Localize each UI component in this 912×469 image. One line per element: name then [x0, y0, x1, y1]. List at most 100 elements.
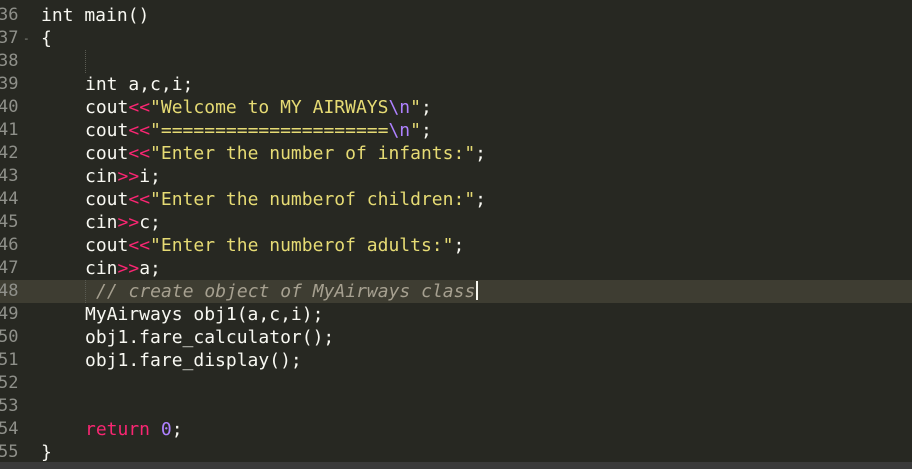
- code-text: }: [41, 442, 52, 463]
- semicolon: ;: [453, 235, 465, 256]
- code-line[interactable]: 45 cin>>c;: [0, 211, 912, 234]
- comment: // create object of MyAirways class: [96, 281, 476, 302]
- operator: <<: [128, 143, 151, 164]
- number-literal: 0: [160, 419, 172, 440]
- identifier: cin: [85, 166, 118, 187]
- horizontal-scrollbar[interactable]: [0, 462, 912, 469]
- keyword-return: return: [85, 419, 151, 440]
- semicolon: ;: [475, 143, 486, 164]
- line-number: 54: [0, 419, 19, 439]
- code-text: return 0;: [41, 418, 183, 441]
- code-text: cout<<"Enter the number of infants:";: [41, 142, 486, 165]
- string-quote: ": [410, 120, 421, 141]
- identifier: cin: [85, 258, 118, 279]
- code-line[interactable]: 53: [0, 395, 912, 418]
- string-literal: "Enter the numberof children:": [150, 189, 476, 210]
- string-literal: "Enter the number of infants:": [150, 143, 476, 164]
- line-number: 42: [0, 143, 19, 163]
- operator: <<: [128, 235, 151, 256]
- code-line[interactable]: 49 MyAirways obj1(a,c,i);: [0, 303, 912, 326]
- code-line[interactable]: 55 }: [0, 441, 912, 464]
- identifier: cin: [85, 212, 118, 233]
- code-line[interactable]: 36 int main(): [0, 4, 912, 27]
- code-text: int a,c,i;: [85, 74, 194, 95]
- line-number: 51: [0, 350, 19, 370]
- semicolon: ;: [475, 189, 486, 210]
- code-text: cout<<"=====================\n";: [41, 119, 432, 142]
- code-line[interactable]: 50 obj1.fare_calculator();: [0, 326, 912, 349]
- string-literal: "Enter the numberof adults:": [150, 235, 454, 256]
- operator: >>: [117, 258, 140, 279]
- code-area[interactable]: 36 int main() 37 - { 38 39 int a,c,i; 40…: [0, 4, 912, 469]
- code-text: cin>>c;: [41, 211, 161, 234]
- line-number: 48: [0, 281, 19, 301]
- code-line[interactable]: 43 cin>>i;: [0, 165, 912, 188]
- line-number: 36: [0, 5, 19, 25]
- string-literal: "=====================: [150, 120, 389, 141]
- active-code-line[interactable]: 48 // create object of MyAirways class: [0, 280, 912, 303]
- code-line[interactable]: 47 cin>>a;: [0, 257, 912, 280]
- code-line[interactable]: 54 return 0;: [0, 418, 912, 441]
- code-text: cout<<"Enter the numberof adults:";: [41, 234, 464, 257]
- line-number: 49: [0, 304, 19, 324]
- line-number: 37: [0, 28, 19, 48]
- line-number: 55: [0, 442, 19, 462]
- code-line[interactable]: 42 cout<<"Enter the number of infants:";: [0, 142, 912, 165]
- code-line[interactable]: 41 cout<<"=====================\n";: [0, 119, 912, 142]
- line-number: 43: [0, 166, 19, 186]
- code-text: // create object of MyAirways class: [41, 280, 479, 303]
- operator: >>: [117, 212, 140, 233]
- code-line[interactable]: 39 int a,c,i;: [0, 73, 912, 96]
- identifier: cout: [85, 120, 129, 141]
- code-line[interactable]: 37 - {: [0, 27, 912, 50]
- line-number: 46: [0, 235, 19, 255]
- identifier: c;: [139, 212, 161, 233]
- code-line[interactable]: 38: [0, 50, 912, 73]
- operator: <<: [128, 189, 151, 210]
- code-text: int main(): [41, 5, 150, 26]
- code-line[interactable]: 52: [0, 372, 912, 395]
- operator: <<: [128, 97, 151, 118]
- code-line[interactable]: 46 cout<<"Enter the numberof adults:";: [0, 234, 912, 257]
- line-number: 53: [0, 396, 19, 416]
- code-text: obj1.fare_calculator();: [85, 327, 335, 348]
- fold-toggle-icon[interactable]: -: [23, 27, 35, 50]
- code-text: MyAirways obj1(a,c,i);: [85, 304, 324, 325]
- operator: <<: [128, 120, 151, 141]
- code-text: cin>>a;: [41, 257, 161, 280]
- escape-sequence: \n: [388, 97, 411, 118]
- code-line[interactable]: 51 obj1.fare_display();: [0, 349, 912, 372]
- string-quote: ": [410, 97, 421, 118]
- text-cursor: [476, 281, 479, 300]
- semicolon: ;: [421, 120, 432, 141]
- line-number: 38: [0, 51, 19, 71]
- code-text: cout<<"Welcome to MY AIRWAYS\n";: [41, 96, 432, 119]
- line-number: 41: [0, 120, 19, 140]
- escape-sequence: \n: [388, 120, 411, 141]
- code-text: cout<<"Enter the numberof children:";: [41, 188, 486, 211]
- identifier: i;: [139, 166, 161, 187]
- identifier: cout: [85, 235, 129, 256]
- operator: >>: [117, 166, 140, 187]
- line-number: 47: [0, 258, 19, 278]
- code-editor[interactable]: 36 int main() 37 - { 38 39 int a,c,i; 40…: [0, 0, 912, 469]
- line-number: 45: [0, 212, 19, 232]
- semicolon: ;: [421, 97, 432, 118]
- identifier: cout: [85, 143, 129, 164]
- code-text: obj1.fare_display();: [85, 350, 302, 371]
- code-text: cin>>i;: [41, 165, 161, 188]
- code-line[interactable]: 40 cout<<"Welcome to MY AIRWAYS\n";: [0, 96, 912, 119]
- string-literal: "Welcome to MY AIRWAYS: [150, 97, 389, 118]
- identifier: cout: [85, 97, 129, 118]
- semicolon: ;: [171, 419, 183, 440]
- code-text: {: [41, 28, 52, 49]
- line-number: 52: [0, 373, 19, 393]
- indent-guide: [85, 50, 87, 73]
- identifier: a;: [139, 258, 161, 279]
- code-line[interactable]: 44 cout<<"Enter the numberof children:";: [0, 188, 912, 211]
- line-number: 39: [0, 74, 19, 94]
- line-number: 44: [0, 189, 19, 209]
- line-number: 50: [0, 327, 19, 347]
- line-number: 40: [0, 97, 19, 117]
- identifier: cout: [85, 189, 129, 210]
